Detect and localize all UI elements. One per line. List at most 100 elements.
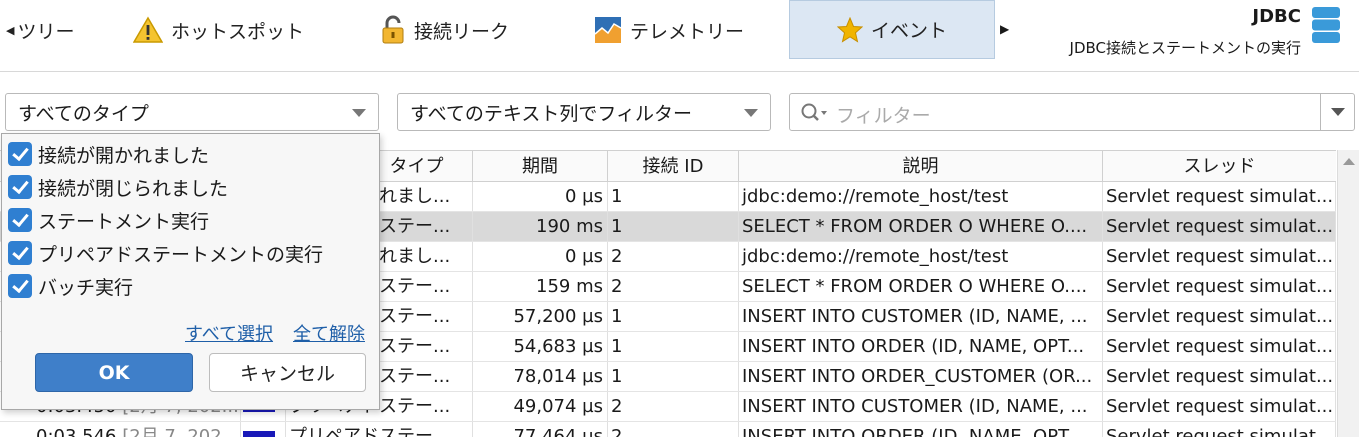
cell-description: INSERT INTO CUSTOMER (ID, NAME, ... — [739, 302, 1103, 331]
filter-search-field[interactable]: フィルター — [789, 93, 1355, 131]
vertical-scrollbar[interactable] — [1337, 150, 1359, 437]
cell-connection-id: 1 — [608, 362, 739, 391]
cell-duration: 0 µs — [473, 182, 608, 211]
event-time: 0:03.546 — [36, 426, 117, 437]
cell-description: SELECT * FROM ORDER O WHERE O.... — [739, 212, 1103, 241]
scroll-left-icon[interactable]: ◀ — [6, 24, 14, 37]
cell-description: INSERT INTO ORDER (ID, NAME, OPT... — [739, 332, 1103, 361]
cell-description: SELECT * FROM ORDER O WHERE O.... — [739, 272, 1103, 301]
cell-description: INSERT INTO CUSTOMER (ID, NAME, ... — [739, 392, 1103, 421]
cell-connection-id: 2 — [608, 242, 739, 271]
cell-description: INSERT INTO ORDER (ID, NAME, OPT... — [739, 422, 1103, 437]
view-tab-bar: ◀ ツリー ホットスポット 接続リーク テレメトリー イベント ▶ JDBC J… — [0, 0, 1359, 62]
cell-duration: 190 ms — [473, 212, 608, 241]
cancel-button[interactable]: キャンセル — [209, 353, 366, 392]
search-history-dropdown[interactable] — [1320, 94, 1354, 130]
text-column-filter-dropdown[interactable]: すべてのテキスト列でフィルター — [397, 93, 771, 131]
event-type-filter-dropdown[interactable]: すべてのタイプ — [5, 93, 379, 131]
cell-connection-id: 1 — [608, 212, 739, 241]
checkbox-checked-icon[interactable] — [8, 208, 32, 232]
chevron-down-icon — [352, 109, 366, 117]
column-header-description[interactable]: 説明 — [739, 151, 1103, 182]
checkbox-checked-icon[interactable] — [8, 274, 32, 298]
event-type-option[interactable]: バッチ実行 — [8, 272, 133, 300]
cell-duration: 49,074 µs — [473, 392, 608, 421]
event-type-filter-value: すべてのタイプ — [18, 102, 149, 125]
scroll-up-icon[interactable] — [1343, 158, 1355, 165]
scroll-right-icon[interactable]: ▶ — [1000, 22, 1009, 36]
column-header-connection-id[interactable]: 接続 ID — [608, 151, 739, 182]
cell-thread: Servlet request simulat... — [1103, 182, 1336, 211]
chevron-down-icon — [1331, 108, 1345, 116]
cell-connection-id: 2 — [608, 392, 739, 421]
event-type-option[interactable]: プリペアドステートメントの実行 — [8, 239, 323, 267]
event-type-option-label: 接続が開かれました — [38, 144, 210, 167]
cell-duration: 0 µs — [473, 242, 608, 271]
cell-thread: Servlet request simulat... — [1103, 422, 1336, 437]
tab-events[interactable]: イベント — [789, 0, 995, 59]
cell-connection-id: 1 — [608, 332, 739, 361]
probe-subtitle: JDBC接続とステートメントの実行 — [1069, 39, 1301, 57]
cell-duration: 77,464 µs — [473, 422, 608, 437]
cell-connection-id: 1 — [608, 302, 739, 331]
cell-connection-id: 1 — [608, 182, 739, 211]
cell-description: INSERT INTO ORDER_CUSTOMER (OR... — [739, 362, 1103, 391]
database-icon — [1312, 7, 1340, 43]
cell-thread: Servlet request simulat... — [1103, 212, 1336, 241]
cell-duration: 54,683 µs — [473, 332, 608, 361]
select-all-link[interactable]: すべて選択 — [185, 320, 273, 346]
event-type-option-label: プリペアドステートメントの実行 — [38, 243, 324, 266]
cell-type: プリペアドステー... — [286, 422, 473, 437]
cell-thread: Servlet request simulat... — [1103, 272, 1336, 301]
checkbox-checked-icon[interactable] — [8, 142, 32, 166]
tab-call-tree[interactable]: ◀ ツリー — [0, 0, 110, 60]
event-type-option[interactable]: 接続が開かれました — [8, 140, 209, 168]
cell-thread: Servlet request simulat... — [1103, 392, 1336, 421]
cell-duration: 159 ms — [473, 272, 608, 301]
telemetry-chart-icon — [594, 17, 622, 43]
event-type-selection-popup: 接続が開かれました 接続が閉じられました ステートメント実行プリペアドステートメント… — [1, 133, 380, 410]
event-type-option[interactable]: 接続が閉じられました — [8, 173, 228, 201]
divider — [0, 71, 1359, 72]
tab-label: テレメトリー — [630, 20, 745, 43]
warning-icon — [133, 16, 163, 43]
tab-label: イベント — [870, 20, 947, 42]
tab-hotspots[interactable]: ホットスポット — [133, 0, 304, 60]
cell-connection-id: 2 — [608, 422, 739, 437]
event-date: [2月 7, 202... — [122, 426, 239, 437]
column-header-duration[interactable]: 期間 — [473, 151, 608, 182]
search-placeholder: フィルター — [836, 105, 931, 127]
cell-event-color — [241, 422, 286, 437]
checkbox-checked-icon[interactable] — [8, 175, 32, 199]
chevron-down-icon — [744, 109, 758, 117]
unlocked-padlock-icon — [382, 15, 404, 44]
tab-label: ツリー — [17, 20, 75, 43]
cell-description: jdbc:demo://remote_host/test — [739, 182, 1103, 211]
star-icon — [836, 16, 863, 43]
cell-duration: 57,200 µs — [473, 302, 608, 331]
event-color-swatch — [243, 431, 275, 437]
tab-connection-leaks[interactable]: 接続リーク — [380, 0, 509, 60]
event-type-option-label: ステートメント実行 — [38, 210, 210, 233]
event-type-option-label: バッチ実行 — [38, 276, 134, 299]
event-type-option[interactable]: ステートメント実行 — [8, 206, 209, 234]
search-icon[interactable] — [800, 102, 828, 124]
event-type-option-label: 接続が閉じられました — [38, 177, 229, 200]
text-column-filter-value: すべてのテキスト列でフィルター — [410, 102, 692, 125]
tab-label: ホットスポット — [171, 20, 305, 43]
deselect-all-link[interactable]: 全て解除 — [293, 320, 365, 346]
cell-thread: Servlet request simulat... — [1103, 302, 1336, 331]
ok-button[interactable]: OK — [35, 353, 193, 392]
cell-thread: Servlet request simulat... — [1103, 332, 1336, 361]
cell-connection-id: 2 — [608, 272, 739, 301]
cell-thread: Servlet request simulat... — [1103, 242, 1336, 271]
table-row[interactable]: 0:03.546 [2月 7, 202... プリペアドステー... 77,464 … — [0, 422, 1336, 437]
tab-telemetry[interactable]: テレメトリー — [594, 0, 744, 60]
cell-thread: Servlet request simulat... — [1103, 362, 1336, 391]
probe-title: JDBC — [1252, 6, 1301, 27]
cell-duration: 78,014 µs — [473, 362, 608, 391]
tab-label: 接続リーク — [414, 20, 510, 43]
cell-description: jdbc:demo://remote_host/test — [739, 242, 1103, 271]
column-header-thread[interactable]: スレッド — [1103, 151, 1336, 182]
checkbox-checked-icon[interactable] — [8, 241, 32, 265]
